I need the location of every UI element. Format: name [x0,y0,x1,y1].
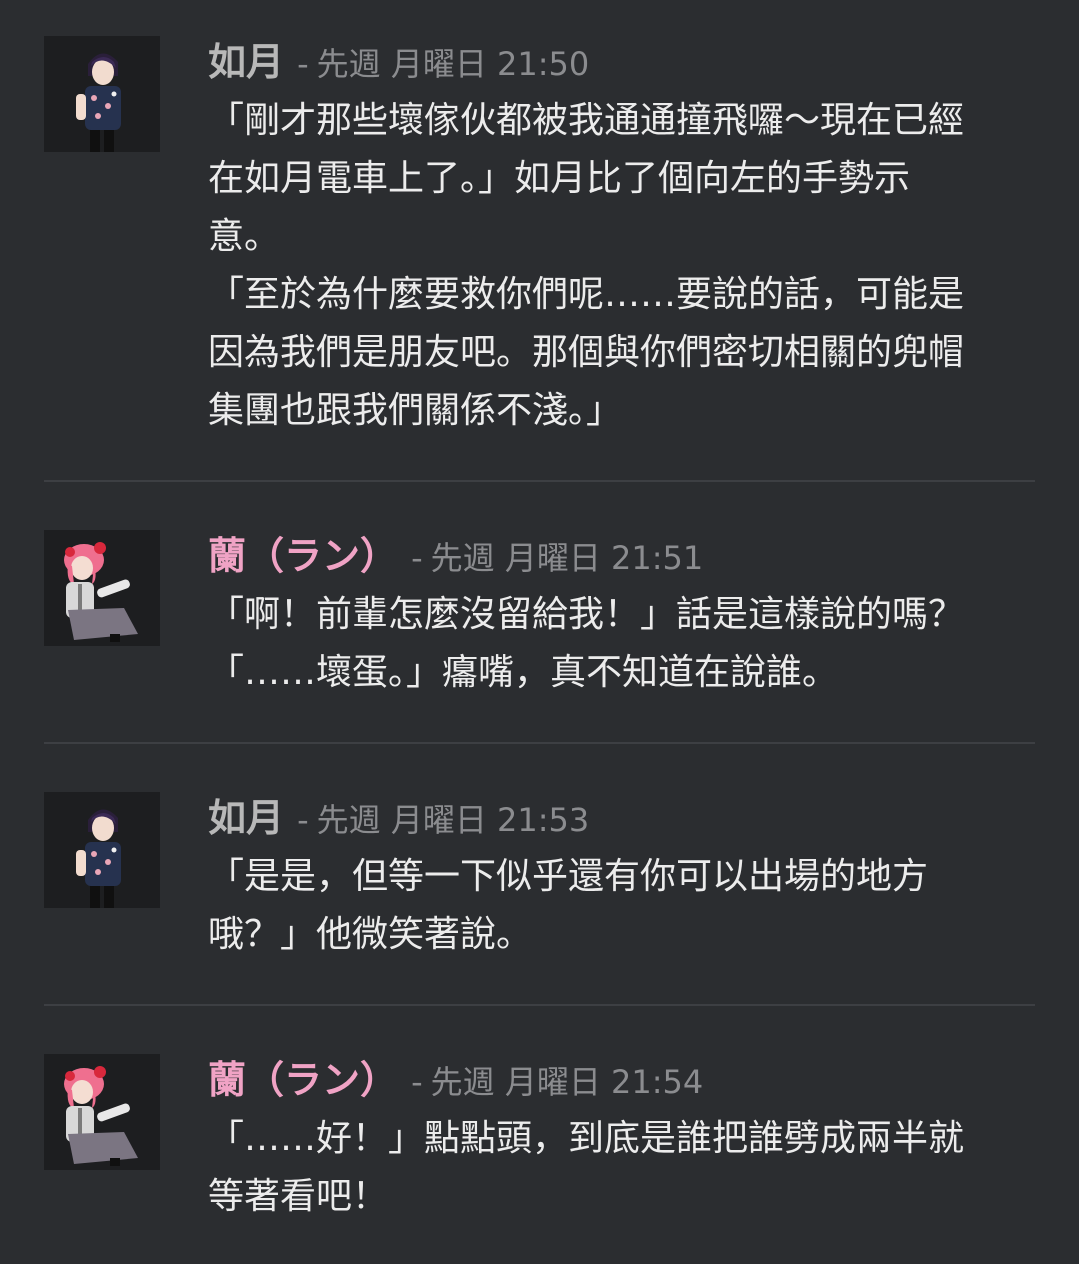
message-line: 「剛才那些壞傢伙都被我通通撞飛囉～現在已經 [208,100,965,141]
author-name[interactable]: 蘭（ラン） [208,1058,398,1102]
message-line: 集團也跟我們關係不淺。」 [208,390,623,431]
message-content: 如月 - 先週 月曜日 21:53 「是是，但等一下似乎還有你可以出場的地方 哦？… [208,792,1035,964]
message-content: 蘭（ラン） - 先週 月曜日 21:54 「……好！」點點頭，到底是誰把誰劈成兩半… [208,1054,1035,1226]
author-name[interactable]: 蘭（ラン） [208,534,398,578]
message-header: 蘭（ラン） - 先週 月曜日 21:51 [208,530,1035,582]
message-content: 如月 - 先週 月曜日 21:50 「剛才那些壞傢伙都被我通通撞飛囉～現在已經 在… [208,36,1035,440]
message-line: 等著看吧！ [208,1176,389,1217]
message-header: 如月 - 先週 月曜日 21:50 [208,36,1035,88]
message-meta: - 先週 月曜日 21:53 [297,801,589,839]
author-name[interactable]: 如月 [208,40,284,84]
message-line: 在如月電車上了。」如月比了個向左的手勢示 [208,158,911,199]
message-body: 「啊！前輩怎麼沒留給我！」話是這樣說的嗎？ 「……壞蛋。」癟嘴，真不知道在說誰。 [208,586,1035,702]
message-line: 「啊！前輩怎麼沒留給我！」話是這樣說的嗎？ [208,594,965,635]
message-line: 「至於為什麼要救你們呢……要說的話，可能是 [208,274,965,315]
message-body: 「……好！」點點頭，到底是誰把誰劈成兩半就 等著看吧！ [208,1110,1035,1226]
message-divider [44,742,1035,744]
message-timestamp: 先週 月曜日 21:51 [430,539,704,577]
message-timestamp: 先週 月曜日 21:50 [316,45,590,83]
message-line: 哦？」他微笑著說。 [208,914,533,955]
message-divider [44,480,1035,482]
kisaragi-avatar[interactable] [44,792,160,908]
message-body: 「剛才那些壞傢伙都被我通通撞飛囉～現在已經 在如月電車上了。」如月比了個向左的手… [208,92,1035,440]
message-line: 意。 [208,216,281,257]
meta-separator: - [297,801,309,839]
message-line: 「是是，但等一下似乎還有你可以出場的地方 [208,856,929,897]
message-divider [44,1004,1035,1006]
message-header: 如月 - 先週 月曜日 21:53 [208,792,1035,844]
meta-separator: - [411,539,423,577]
message-line: 因為我們是朋友吧。那個與你們密切相關的兜帽 [208,332,965,373]
ran-avatar[interactable] [44,530,160,646]
chat-log: 如月 - 先週 月曜日 21:50 「剛才那些壞傢伙都被我通通撞飛囉～現在已經 在… [0,0,1079,1264]
message-meta: - 先週 月曜日 21:54 [411,1063,703,1101]
kisaragi-avatar[interactable] [44,36,160,152]
ran-avatar[interactable] [44,1054,160,1170]
message-meta: - 先週 月曜日 21:50 [297,45,589,83]
message-timestamp: 先週 月曜日 21:54 [430,1063,704,1101]
message-content: 蘭（ラン） - 先週 月曜日 21:51 「啊！前輩怎麼沒留給我！」話是這樣說的嗎… [208,530,1035,702]
author-name[interactable]: 如月 [208,796,284,840]
meta-separator: - [297,45,309,83]
message-line: 「……壞蛋。」癟嘴，真不知道在說誰。 [208,652,839,693]
message-body: 「是是，但等一下似乎還有你可以出場的地方 哦？」他微笑著說。 [208,848,1035,964]
message-meta: - 先週 月曜日 21:51 [411,539,703,577]
message-line: 「……好！」點點頭，到底是誰把誰劈成兩半就 [208,1118,965,1159]
message-timestamp: 先週 月曜日 21:53 [316,801,590,839]
message-header: 蘭（ラン） - 先週 月曜日 21:54 [208,1054,1035,1106]
meta-separator: - [411,1063,423,1101]
